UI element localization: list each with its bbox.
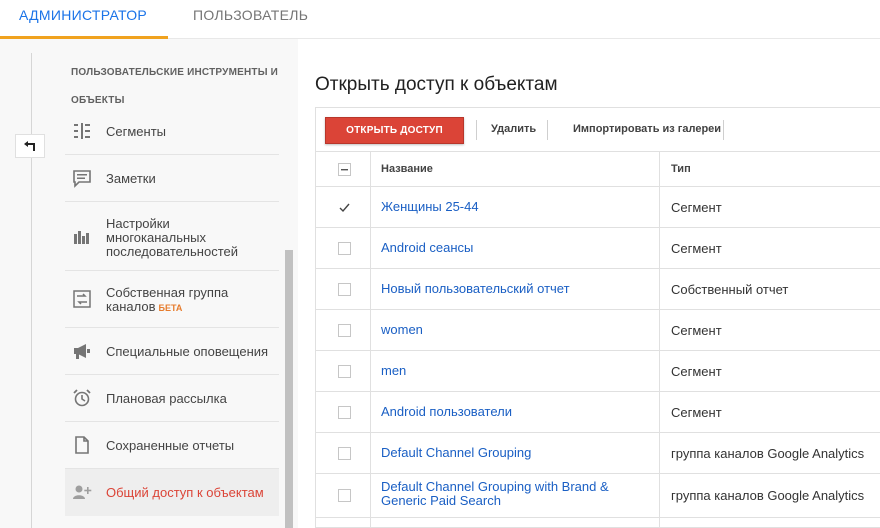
row-checkbox[interactable] bbox=[338, 242, 351, 255]
sidebar-divider bbox=[31, 53, 32, 528]
object-type: Сегмент bbox=[671, 405, 722, 420]
object-type: Сегмент bbox=[671, 323, 722, 338]
sidebar-item-notes[interactable]: Заметки bbox=[65, 155, 279, 202]
delete-button[interactable]: Удалить bbox=[491, 123, 536, 135]
saved-report-icon bbox=[72, 435, 92, 455]
toolbar-divider bbox=[723, 120, 724, 140]
column-header-type[interactable]: Тип bbox=[671, 163, 691, 175]
row-checkbox[interactable] bbox=[338, 365, 351, 378]
table-row[interactable]: Новый пользовательский отчет Собственный… bbox=[316, 269, 880, 310]
object-name-link[interactable]: Default Channel Grouping with Brand & Ge… bbox=[381, 480, 643, 508]
sidebar-item-label: Заметки bbox=[106, 171, 156, 186]
alarm-clock-icon bbox=[72, 388, 92, 408]
select-all-checkbox[interactable] bbox=[338, 163, 351, 176]
object-type: Собственный отчет bbox=[671, 282, 789, 297]
table-row[interactable]: men Сегмент bbox=[316, 351, 880, 392]
sidebar-item-alerts[interactable]: Специальные оповещения bbox=[65, 328, 279, 375]
row-checkbox[interactable] bbox=[338, 283, 351, 296]
main-content: Открыть доступ к объектам ОТКРЫТЬ ДОСТУП… bbox=[298, 39, 880, 528]
object-type: группа каналов Google Analytics bbox=[671, 446, 865, 461]
object-type: Сегмент bbox=[671, 200, 722, 215]
toolbar-divider bbox=[547, 120, 548, 140]
table-row[interactable]: Android пользователи Сегмент bbox=[316, 392, 880, 433]
table-row[interactable]: Женщины 25-44 Сегмент bbox=[316, 187, 880, 228]
object-name-link[interactable]: Default Channel Grouping bbox=[381, 446, 643, 460]
section-title-user-tools: ПОЛЬЗОВАТЕЛЬСКИЕ ИНСТРУМЕНТЫ И bbox=[71, 67, 279, 78]
sidebar-item-label: Настройки многоканальных последовательно… bbox=[106, 216, 238, 259]
table-row[interactable]: women Сегмент bbox=[316, 310, 880, 351]
row-checkbox[interactable] bbox=[338, 489, 351, 502]
sidebar-item-label: Общий доступ к объектам bbox=[106, 485, 264, 500]
sidebar-item-saved-reports[interactable]: Сохраненные отчеты bbox=[65, 422, 279, 469]
object-name-link[interactable]: men bbox=[381, 364, 643, 378]
objects-card: ОТКРЫТЬ ДОСТУП Удалить Импортировать из … bbox=[315, 107, 880, 528]
tab-user[interactable]: ПОЛЬЗОВАТЕЛЬ bbox=[193, 0, 308, 39]
table-row[interactable]: Default Channel Grouping группа каналов … bbox=[316, 433, 880, 474]
sidebar-item-label: Сохраненные отчеты bbox=[106, 438, 235, 453]
multichannel-icon bbox=[72, 226, 92, 246]
share-button[interactable]: ОТКРЫТЬ ДОСТУП bbox=[325, 117, 464, 144]
row-checkbox[interactable] bbox=[338, 406, 351, 419]
tab-admin[interactable]: АДМИНИСТРАТОР bbox=[0, 0, 168, 39]
row-checkbox[interactable] bbox=[338, 447, 351, 460]
sidebar-item-channel-group[interactable]: Собственная группа каналов БЕТА bbox=[65, 271, 279, 328]
section-title-objects: ОБЪЕКТЫ bbox=[71, 95, 125, 106]
object-type: Сегмент bbox=[671, 364, 722, 379]
row-checkbox[interactable] bbox=[338, 324, 351, 337]
toolbar-divider bbox=[476, 120, 477, 140]
object-type: Сегмент bbox=[671, 241, 722, 256]
channel-group-icon bbox=[72, 289, 92, 309]
import-from-gallery-button[interactable]: Импортировать из галереи bbox=[573, 123, 721, 135]
object-name-link[interactable]: Новый пользовательский отчет bbox=[381, 282, 643, 296]
object-type: группа каналов Google Analytics bbox=[671, 488, 865, 503]
sidebar-item-segments[interactable]: Сегменты bbox=[65, 109, 279, 155]
sidebar-item-label: Плановая рассылка bbox=[106, 391, 227, 406]
add-person-icon bbox=[72, 482, 92, 502]
object-name-link[interactable]: Женщины 25-44 bbox=[381, 200, 643, 214]
row-checkbox[interactable] bbox=[338, 201, 351, 214]
back-arrow-icon bbox=[24, 141, 35, 151]
object-name-link[interactable]: Android пользователи bbox=[381, 405, 643, 419]
megaphone-icon bbox=[72, 341, 92, 361]
sidebar-item-scheduled-emails[interactable]: Плановая рассылка bbox=[65, 375, 279, 422]
back-button[interactable] bbox=[15, 134, 45, 158]
sidebar-scrollbar[interactable] bbox=[285, 250, 293, 528]
beta-badge: БЕТА bbox=[158, 303, 183, 313]
table-toolbar: ОТКРЫТЬ ДОСТУП Удалить Импортировать из … bbox=[316, 108, 880, 152]
object-name-link[interactable]: women bbox=[381, 323, 643, 337]
column-header-name[interactable]: Название bbox=[381, 163, 433, 175]
segments-icon bbox=[72, 121, 92, 141]
object-name-link[interactable]: Android сеансы bbox=[381, 241, 643, 255]
sidebar-item-object-sharing[interactable]: Общий доступ к объектам bbox=[65, 469, 279, 516]
admin-sidebar: ПОЛЬЗОВАТЕЛЬСКИЕ ИНСТРУМЕНТЫ И ОБЪЕКТЫ С… bbox=[0, 39, 298, 528]
table-header: Название Тип bbox=[316, 152, 880, 187]
notes-icon bbox=[72, 168, 92, 188]
sidebar-item-multichannel[interactable]: Настройки многоканальных последовательно… bbox=[65, 202, 279, 271]
sidebar-item-label: Специальные оповещения bbox=[106, 344, 269, 359]
top-tab-bar: АДМИНИСТРАТОР ПОЛЬЗОВАТЕЛЬ bbox=[0, 0, 880, 39]
table-row[interactable]: Android сеансы Сегмент bbox=[316, 228, 880, 269]
sidebar-item-label: Сегменты bbox=[106, 124, 167, 139]
table-row[interactable]: Default Channel Grouping with Brand & Ge… bbox=[316, 474, 880, 518]
page-title: Открыть доступ к объектам bbox=[315, 74, 558, 95]
